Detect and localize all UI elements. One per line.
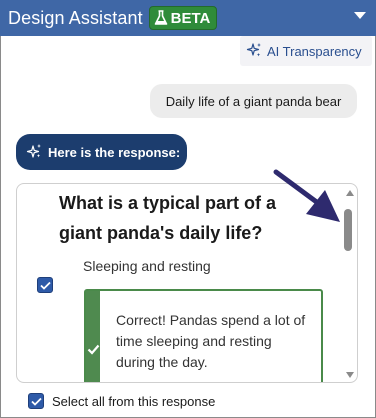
scroll-up-icon[interactable] <box>346 190 354 196</box>
app-title: Design Assistant <box>8 7 143 28</box>
feedback-box: Correct! Pandas spend a lot of time slee… <box>84 289 323 382</box>
card-scrollbar[interactable] <box>341 184 357 382</box>
ai-transparency-label: AI Transparency <box>267 43 362 59</box>
check-icon <box>39 281 51 290</box>
flask-icon <box>154 10 168 26</box>
select-all-label: Select all from this response <box>52 393 216 409</box>
check-icon <box>30 397 42 406</box>
question-title: What is a typical part of a giant panda'… <box>59 193 277 243</box>
header-bar: Design Assistant BETA <box>0 0 376 36</box>
ai-transparency-button[interactable]: AI Transparency <box>240 36 372 66</box>
feedback-status-bar <box>86 291 101 382</box>
scrollbar-thumb[interactable] <box>344 209 352 251</box>
select-all-row[interactable]: Select all from this response <box>28 393 215 409</box>
option-checkbox[interactable] <box>37 277 53 293</box>
sparkle-icon <box>26 143 48 162</box>
beta-badge: BETA <box>148 6 218 30</box>
sparkle-icon <box>246 42 267 61</box>
scroll-down-icon[interactable] <box>346 372 354 378</box>
question-card: What is a typical part of a giant panda'… <box>16 183 358 383</box>
chevron-down-icon[interactable] <box>354 12 366 19</box>
response-label-pill: Here is the response: <box>16 134 187 170</box>
user-message-text: Daily life of a giant panda bear <box>165 93 342 109</box>
option-label: Sleeping and resting <box>83 258 211 274</box>
beta-label: BETA <box>170 9 211 27</box>
user-message-bubble: Daily life of a giant panda bear <box>150 84 357 118</box>
select-all-checkbox[interactable] <box>28 393 44 409</box>
feedback-text: Correct! Pandas spend a lot of time slee… <box>116 312 306 370</box>
response-label-text: Here is the response: <box>48 144 181 160</box>
check-icon <box>87 344 99 355</box>
